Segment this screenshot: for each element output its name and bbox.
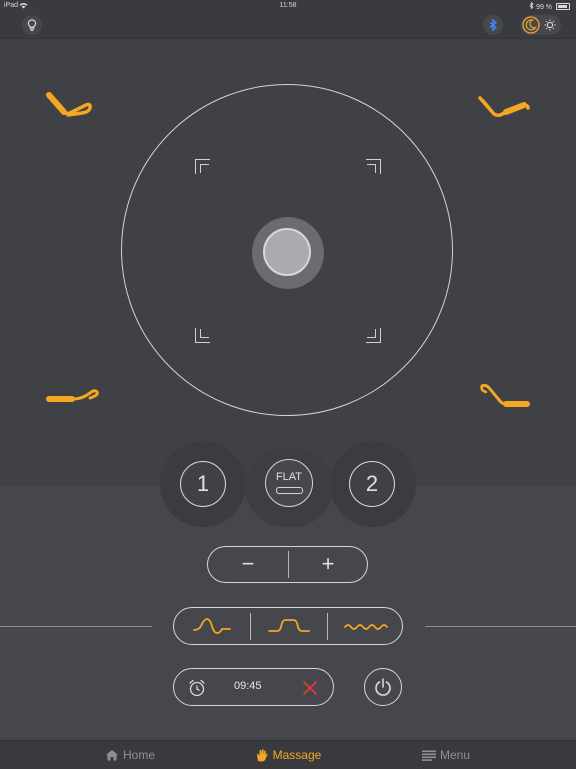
tab-bar: Home Massage Menu — [0, 740, 576, 769]
hand-icon — [256, 749, 268, 762]
tab-home[interactable]: Home — [60, 741, 200, 769]
corner-bottom-left-inner — [200, 329, 209, 338]
divider-right — [425, 626, 576, 627]
preset-flat-left-icon[interactable] — [44, 382, 100, 408]
corner-top-right-inner — [367, 164, 376, 173]
sun-icon — [544, 19, 556, 31]
cancel-timer-icon[interactable] — [302, 680, 318, 696]
power-button[interactable] — [364, 668, 402, 706]
status-right: 99 % — [529, 1, 570, 11]
wave-selector — [173, 607, 403, 645]
battery-percent: 99 % — [536, 4, 553, 11]
preset-reclined-right-icon[interactable] — [476, 92, 532, 122]
tab-massage-label: Massage — [272, 748, 322, 762]
wave-mode-1-button[interactable] — [174, 608, 250, 644]
timer-value: 09:45 — [234, 680, 262, 692]
flat-bar-icon — [276, 487, 303, 494]
status-bar: iPad 11:58 99 % — [0, 0, 576, 12]
wave-mode-3-button[interactable] — [328, 608, 404, 644]
divider-left — [0, 626, 152, 627]
day-night-toggle[interactable] — [521, 15, 561, 35]
flat-label: FLAT — [275, 471, 303, 483]
moon-icon — [522, 16, 540, 34]
top-toolbar — [0, 12, 576, 39]
tab-menu-label: Menu — [439, 748, 471, 762]
sine-wave-icon — [193, 618, 231, 634]
power-icon — [375, 678, 391, 696]
menu-icon — [421, 750, 436, 761]
flat-button[interactable]: FLAT — [265, 459, 313, 507]
minus-button[interactable]: − — [228, 552, 268, 576]
tab-menu[interactable]: Menu — [376, 741, 516, 769]
corner-top-left-inner — [200, 164, 209, 173]
joystick-knob[interactable] — [263, 228, 311, 276]
wave-mode-2-button[interactable] — [251, 608, 327, 644]
ripple-wave-icon — [344, 624, 388, 630]
tab-massage[interactable]: Massage — [218, 741, 358, 769]
plus-button[interactable]: + — [308, 552, 348, 576]
square-wave-icon — [268, 619, 310, 632]
stepper-divider — [288, 551, 289, 578]
home-icon — [105, 750, 118, 761]
tab-home-label: Home — [122, 748, 155, 762]
alarm-clock-icon[interactable] — [187, 678, 207, 698]
preset-reclined-left-icon[interactable] — [44, 90, 96, 120]
bluetooth-icon — [489, 18, 498, 32]
preset-zero-gravity-icon[interactable] — [476, 380, 532, 412]
memory-2-button[interactable]: 2 — [349, 461, 395, 507]
status-time: 11:58 — [279, 2, 297, 9]
memory-1-button[interactable]: 1 — [180, 461, 226, 507]
intensity-stepper: − + — [207, 546, 368, 583]
bluetooth-button[interactable] — [483, 15, 503, 35]
light-button[interactable] — [22, 15, 42, 35]
battery-icon — [556, 3, 570, 10]
corner-bottom-right-inner — [367, 329, 376, 338]
timer-control: 09:45 — [173, 668, 334, 706]
lightbulb-icon — [27, 19, 37, 31]
